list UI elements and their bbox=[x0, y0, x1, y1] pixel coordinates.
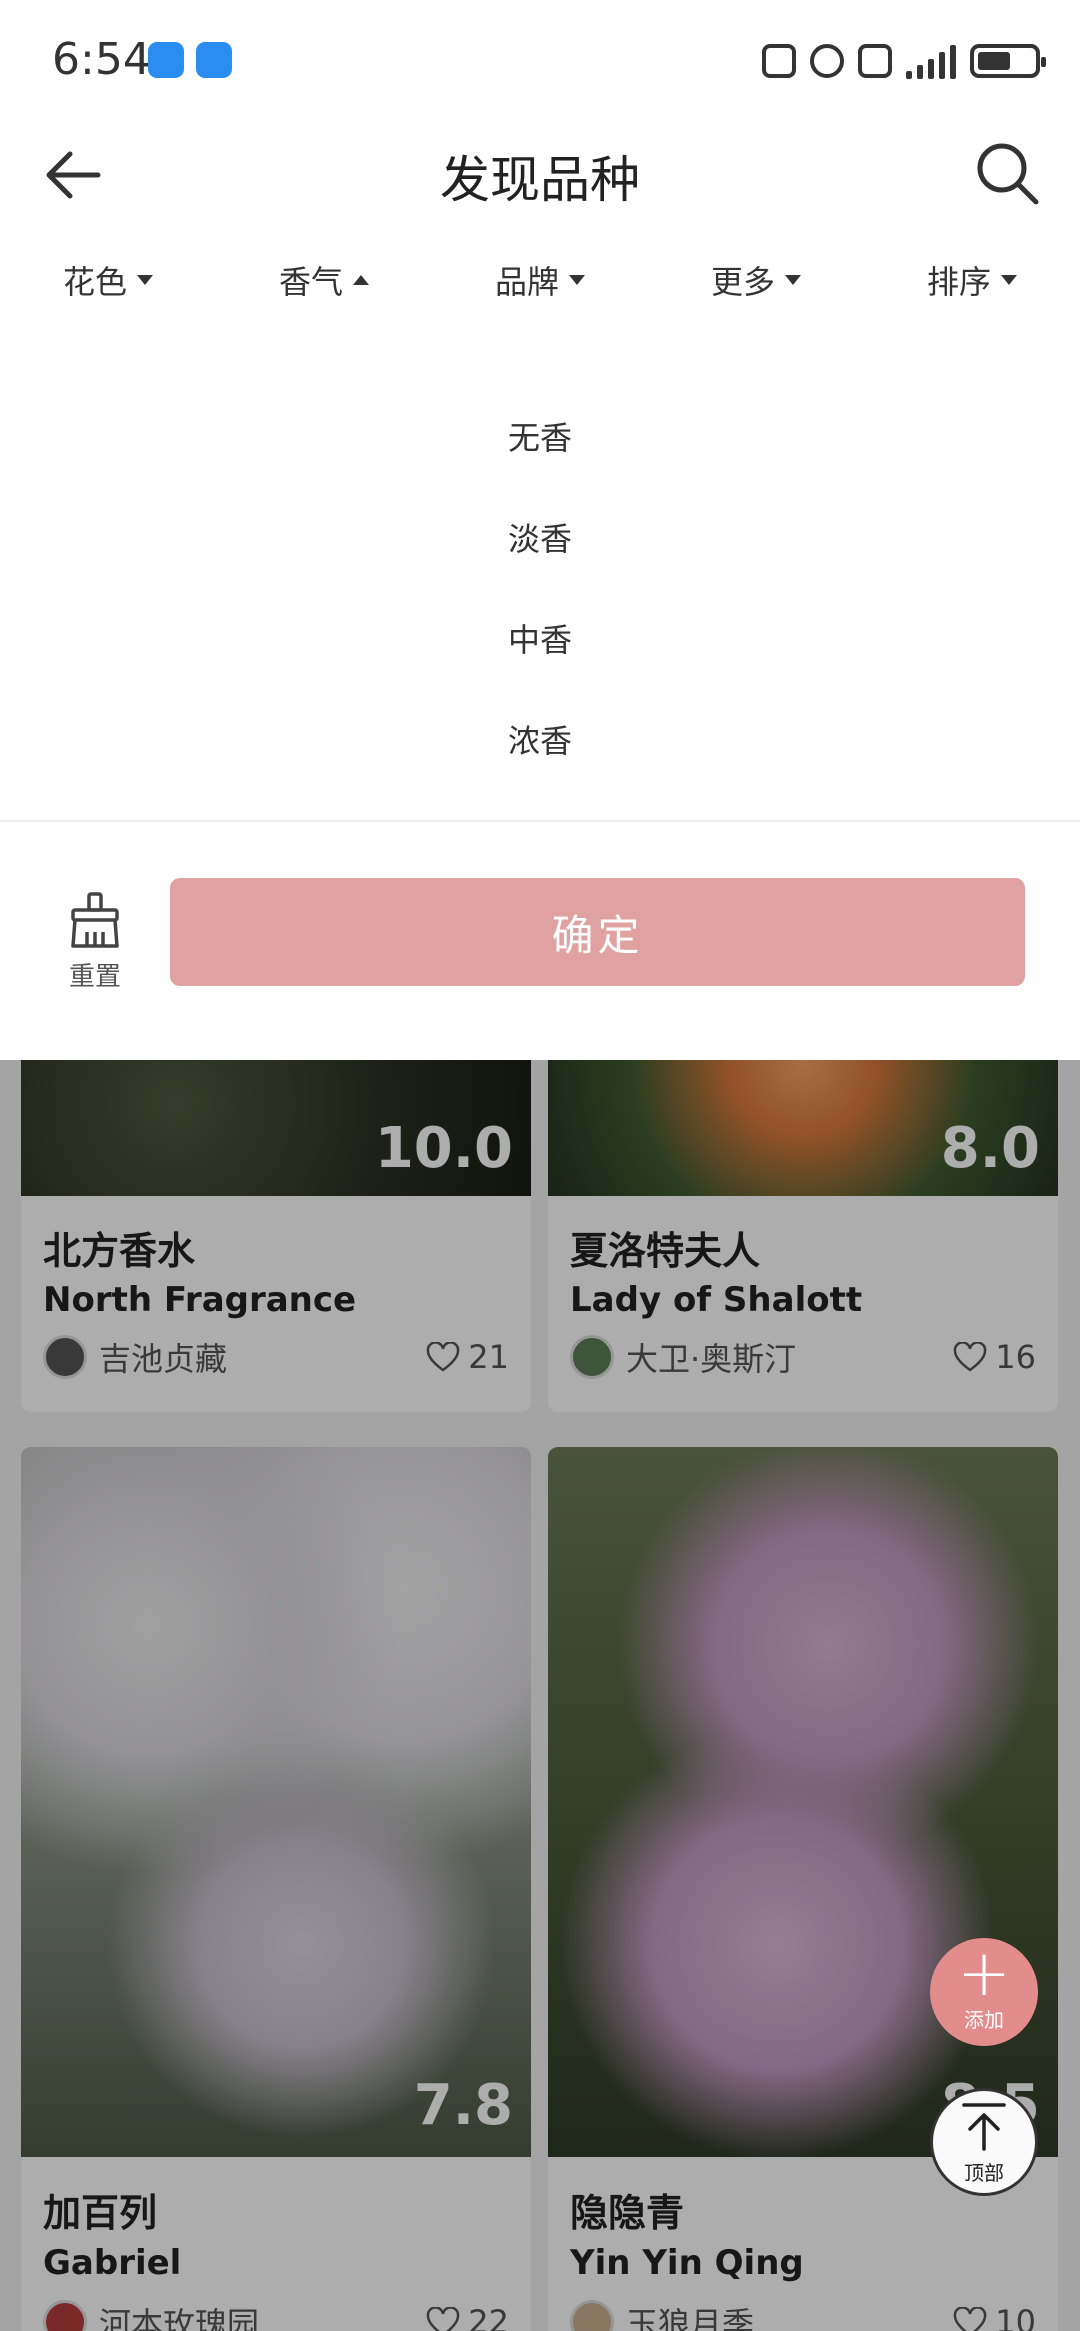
search-icon[interactable] bbox=[972, 138, 1042, 208]
caret-down-icon bbox=[785, 275, 801, 285]
fragrance-dropdown: 无香 淡香 中香 浓香 重置 确定 bbox=[0, 320, 1080, 1060]
caret-up-icon bbox=[353, 275, 369, 285]
filter-tab-color[interactable]: 花色 bbox=[0, 240, 216, 320]
fragrance-option[interactable]: 淡香 bbox=[0, 486, 1080, 587]
caret-down-icon bbox=[137, 275, 153, 285]
filter-tab-label: 香气 bbox=[278, 263, 343, 301]
caret-down-icon bbox=[569, 275, 585, 285]
arrow-up-icon bbox=[962, 2103, 1006, 2151]
filter-tab-label: 排序 bbox=[926, 263, 991, 301]
broom-icon bbox=[71, 892, 119, 948]
back-to-top-button[interactable]: 顶部 bbox=[930, 2088, 1038, 2196]
message-app-icon bbox=[148, 42, 184, 78]
filter-tab-sort[interactable]: 排序 bbox=[864, 240, 1080, 320]
reset-button[interactable]: 重置 bbox=[58, 890, 132, 993]
fragrance-option[interactable]: 无香 bbox=[0, 385, 1080, 486]
add-button[interactable]: + 添加 bbox=[930, 1938, 1038, 2046]
page-title: 发现品种 bbox=[440, 151, 640, 209]
fragrance-option[interactable]: 中香 bbox=[0, 587, 1080, 688]
add-label: 添加 bbox=[964, 2008, 1004, 2032]
status-icons bbox=[762, 36, 1046, 86]
dropdown-backdrop[interactable] bbox=[0, 1060, 1080, 2331]
status-time: 6:54 bbox=[52, 34, 151, 85]
filter-tabs: 花色 香气 品牌 更多 排序 bbox=[0, 240, 1080, 320]
filter-tab-more[interactable]: 更多 bbox=[648, 240, 864, 320]
reset-label: 重置 bbox=[68, 962, 121, 992]
fragrance-option[interactable]: 浓香 bbox=[0, 688, 1080, 789]
confirm-button[interactable]: 确定 bbox=[170, 878, 1025, 986]
filter-tab-brand[interactable]: 品牌 bbox=[432, 240, 648, 320]
header: 发现品种 bbox=[0, 120, 1080, 225]
filter-tab-label: 花色 bbox=[62, 263, 127, 301]
caret-down-icon bbox=[1001, 275, 1017, 285]
filter-tab-fragrance[interactable]: 香气 bbox=[216, 240, 432, 320]
fragrance-options: 无香 淡香 中香 浓香 bbox=[0, 385, 1080, 789]
filter-tab-label: 更多 bbox=[710, 263, 775, 301]
filter-tab-label: 品牌 bbox=[494, 263, 559, 301]
divider bbox=[0, 820, 1080, 822]
navigation-app-icon bbox=[196, 42, 232, 78]
battery-icon bbox=[970, 44, 1046, 78]
alarm-icon bbox=[810, 44, 844, 78]
plus-icon: + bbox=[957, 1937, 1011, 2011]
nfc-icon bbox=[762, 44, 796, 78]
signal-icon bbox=[906, 43, 956, 79]
status-bar: 6:54 bbox=[0, 0, 1080, 120]
bluetooth-vibrate-icon bbox=[858, 44, 892, 78]
top-label: 顶部 bbox=[964, 2161, 1004, 2185]
